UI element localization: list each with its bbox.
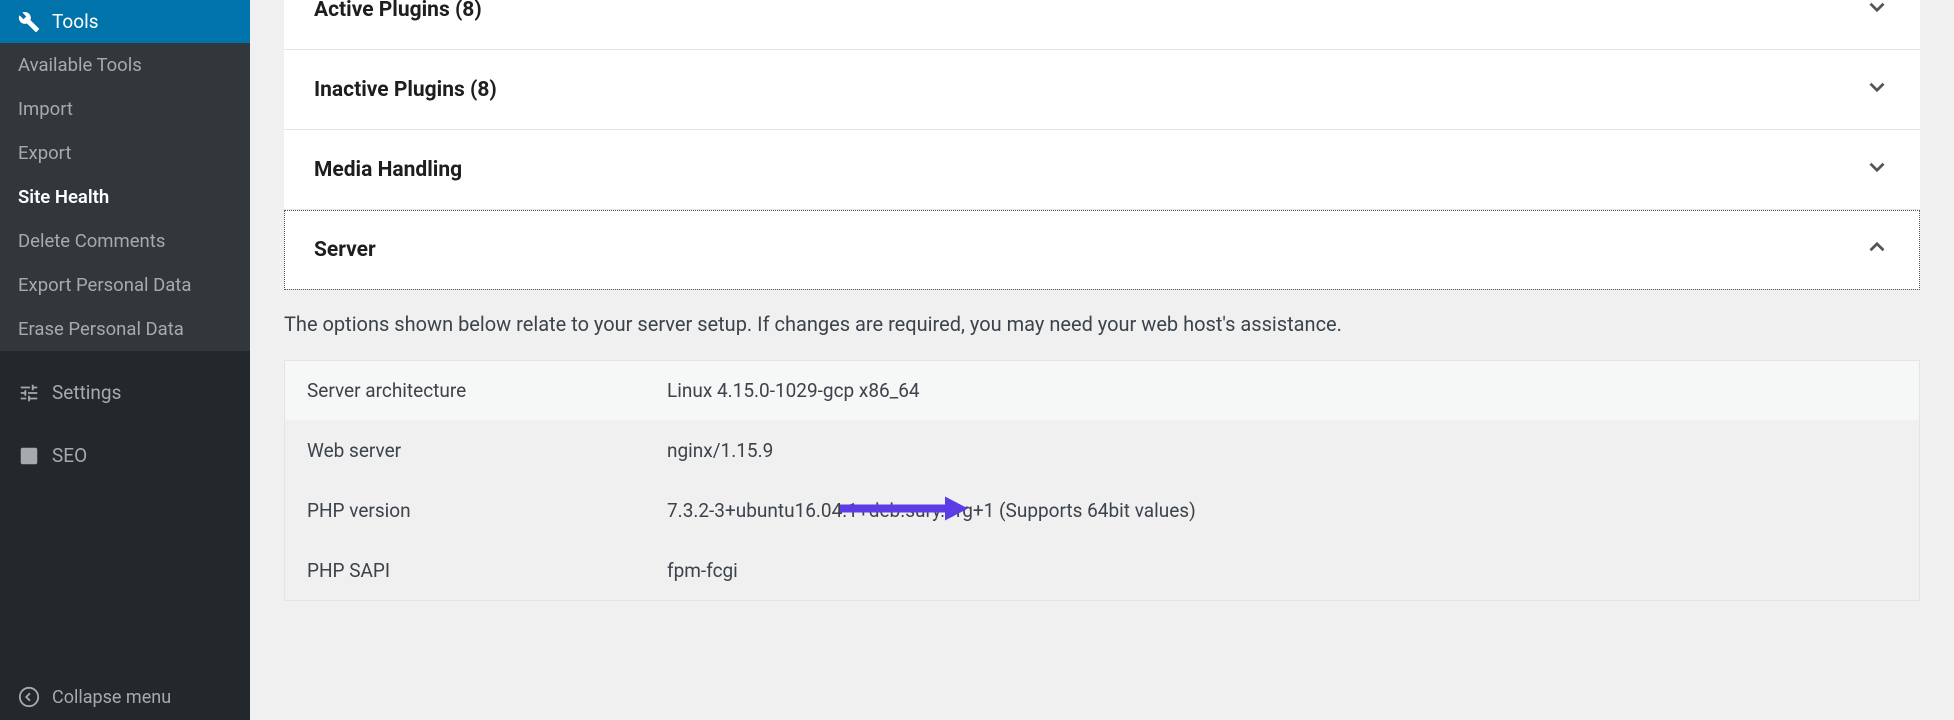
info-label: PHP SAPI (307, 559, 667, 582)
sidebar-item-label: Settings (52, 381, 121, 404)
sidebar-item-seo[interactable]: SEO (0, 434, 250, 477)
main-content: Active Plugins (8) Inactive Plugins (8) … (250, 0, 1954, 720)
sliders-icon (16, 382, 42, 404)
info-value: Linux 4.15.0-1029-gcp x86_64 (667, 379, 920, 402)
chevron-down-icon (1864, 0, 1890, 25)
panel-server: Server (284, 210, 1920, 290)
chevron-down-icon (1864, 74, 1890, 105)
panel-header-server[interactable]: Server (284, 210, 1920, 289)
server-info-table: Server architecture Linux 4.15.0-1029-gc… (284, 360, 1920, 601)
collapse-icon (16, 686, 42, 708)
submenu-available-tools[interactable]: Available Tools (0, 43, 250, 87)
panel-header-inactive-plugins[interactable]: Inactive Plugins (8) (284, 50, 1920, 129)
row-php-version: PHP version 7.3.2-3+ubuntu16.04.1+deb.su… (285, 481, 1919, 541)
panel-title: Inactive Plugins (8) (314, 78, 497, 102)
info-label: Server architecture (307, 379, 667, 402)
wrench-icon (16, 11, 42, 33)
submenu-import[interactable]: Import (0, 87, 250, 131)
panel-active-plugins: Active Plugins (8) (284, 0, 1920, 50)
submenu-delete-comments[interactable]: Delete Comments (0, 219, 250, 263)
tools-submenu: Available Tools Import Export Site Healt… (0, 43, 250, 351)
panel-title: Active Plugins (8) (314, 0, 482, 22)
row-php-sapi: PHP SAPI fpm-fcgi (285, 541, 1919, 600)
submenu-export[interactable]: Export (0, 131, 250, 175)
row-web-server: Web server nginx/1.15.9 (285, 421, 1919, 481)
info-label: PHP version (307, 499, 667, 522)
chevron-down-icon (1864, 154, 1890, 185)
collapse-label: Collapse menu (52, 687, 171, 708)
sidebar-item-label: Tools (52, 10, 99, 33)
info-value: 7.3.2-3+ubuntu16.04.1+deb.sury.org+1 (Su… (667, 499, 1196, 522)
sidebar-item-tools[interactable]: Tools (0, 0, 250, 43)
panel-title: Server (314, 238, 376, 262)
panel-media-handling: Media Handling (284, 130, 1920, 210)
panel-inactive-plugins: Inactive Plugins (8) (284, 50, 1920, 130)
server-description: The options shown below relate to your s… (284, 290, 1920, 360)
submenu-erase-personal-data[interactable]: Erase Personal Data (0, 307, 250, 351)
sidebar-item-settings[interactable]: Settings (0, 371, 250, 414)
server-panel-body: The options shown below relate to your s… (284, 290, 1920, 631)
chevron-up-icon (1864, 234, 1890, 265)
panel-title: Media Handling (314, 158, 462, 182)
info-label: Web server (307, 439, 667, 462)
sidebar-item-label: SEO (52, 444, 87, 467)
collapse-menu[interactable]: Collapse menu (0, 674, 250, 720)
submenu-export-personal-data[interactable]: Export Personal Data (0, 263, 250, 307)
info-value: nginx/1.15.9 (667, 439, 773, 462)
admin-sidebar: Tools Available Tools Import Export Site… (0, 0, 250, 720)
submenu-site-health[interactable]: Site Health (0, 175, 250, 219)
panel-header-media-handling[interactable]: Media Handling (284, 130, 1920, 209)
info-value: fpm-fcgi (667, 559, 738, 582)
row-server-architecture: Server architecture Linux 4.15.0-1029-gc… (285, 361, 1919, 421)
panel-header-active-plugins[interactable]: Active Plugins (8) (284, 0, 1920, 49)
yoast-icon (16, 445, 42, 467)
